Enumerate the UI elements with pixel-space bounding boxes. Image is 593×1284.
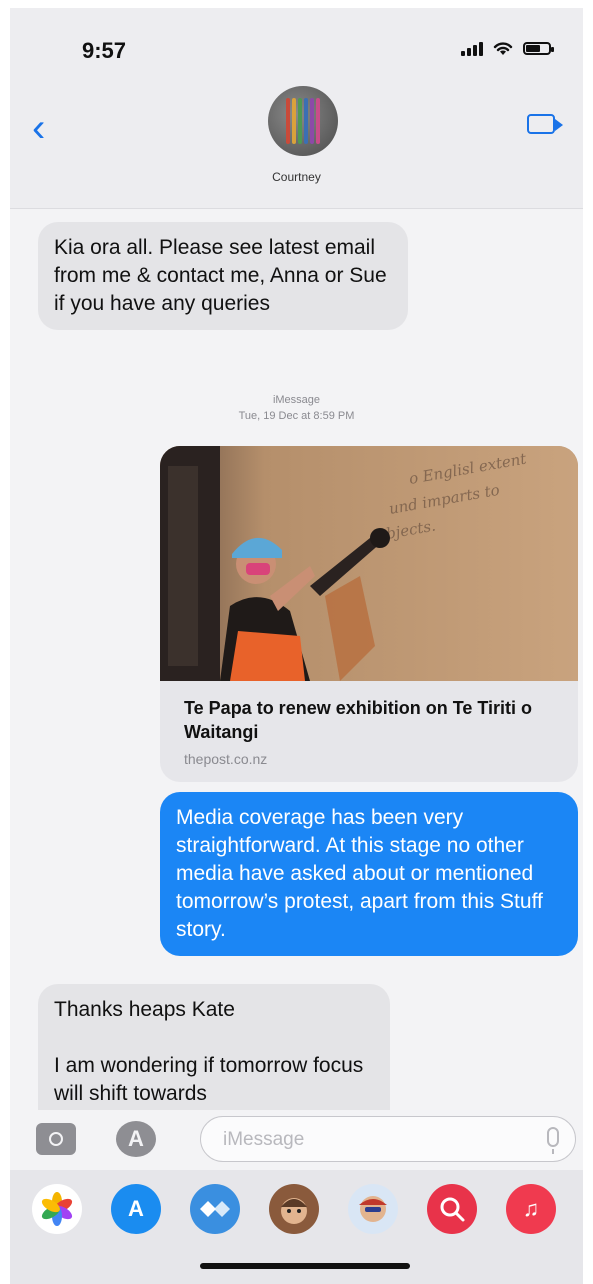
memoji-icon[interactable] — [269, 1184, 319, 1234]
message-input[interactable] — [200, 1116, 576, 1162]
wifi-icon — [493, 41, 513, 55]
app-store-icon[interactable]: A — [116, 1121, 156, 1157]
link-preview-image: o Englisl extent und imparts to subjects… — [160, 446, 578, 681]
signal-icon — [461, 40, 483, 56]
camera-icon[interactable] — [36, 1123, 76, 1155]
conversation-header: 9:57 ‹ Courtney — [10, 8, 583, 209]
message-text: I am wondering if tomorrow focus will sh… — [54, 1054, 364, 1105]
digital-touch-icon[interactable] — [190, 1184, 240, 1234]
message-text: Thanks heaps Kate — [54, 998, 235, 1021]
message-text: Kia ora all. Please see latest email fro… — [54, 236, 387, 315]
messages-screen: 9:57 ‹ Courtney Kia ora all. Please see — [10, 8, 583, 1284]
music-icon[interactable]: ♫ — [506, 1184, 556, 1234]
incoming-message[interactable]: Kia ora all. Please see latest email fro… — [38, 222, 408, 330]
outgoing-message[interactable]: Media coverage has been very straightfor… — [160, 792, 578, 956]
contact-name[interactable]: Courtney — [10, 170, 583, 184]
app-drawer: A ♫ — [10, 1170, 583, 1284]
microphone-icon[interactable] — [547, 1127, 559, 1154]
photos-icon[interactable] — [32, 1184, 82, 1234]
app-store-icon[interactable]: A — [111, 1184, 161, 1234]
avatar[interactable] — [268, 86, 338, 156]
message-timestamp: Tue, 19 Dec at 8:59 PM — [238, 410, 355, 422]
message-service-label: iMessage — [272, 394, 321, 406]
message-text-field[interactable] — [221, 1127, 525, 1153]
link-preview-domain: thepost.co.nz — [184, 751, 268, 767]
link-preview-card[interactable]: o Englisl extent und imparts to subjects… — [160, 446, 578, 782]
home-indicator[interactable] — [200, 1263, 410, 1269]
video-call-icon[interactable] — [527, 114, 563, 134]
memoji-stickers-icon[interactable] — [348, 1184, 398, 1234]
link-preview-title: Te Papa to renew exhibition on Te Tiriti… — [184, 698, 533, 742]
battery-icon — [523, 41, 554, 55]
status-time: 9:57 — [82, 38, 127, 63]
image-search-icon[interactable] — [427, 1184, 477, 1234]
message-text: Media coverage has been very straightfor… — [176, 806, 543, 941]
back-chevron-icon[interactable]: ‹ — [32, 108, 45, 148]
compose-bar: A — [10, 1110, 583, 1170]
status-icons — [461, 40, 554, 56]
